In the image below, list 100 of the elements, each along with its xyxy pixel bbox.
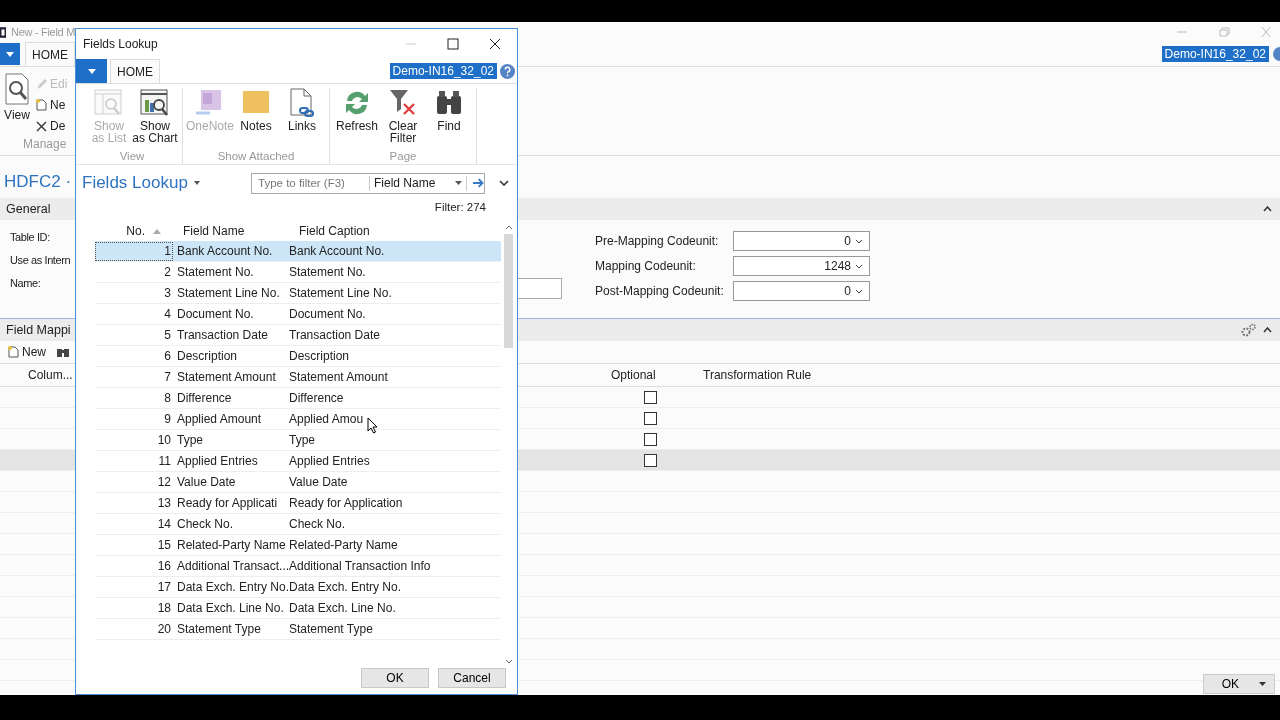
ribbon-button[interactable]: Refresh — [334, 88, 380, 132]
view-button[interactable]: View — [0, 73, 34, 137]
ribbon-button[interactable]: Links — [279, 88, 325, 132]
name-input-field[interactable] — [518, 278, 562, 299]
table-row[interactable]: 16 Additional Transact...Additional Transaction Info — [95, 556, 501, 577]
checkbox[interactable] — [644, 390, 657, 404]
checkbox[interactable] — [644, 453, 657, 467]
table-cell-text: Applied Entries — [176, 454, 259, 468]
field-label: Table ID: — [9, 230, 50, 244]
pencil-icon — [36, 78, 47, 90]
table-row[interactable]: 8 Difference Difference — [95, 388, 501, 409]
scroll-up-icon[interactable] — [504, 225, 513, 230]
filter-bar[interactable]: Type to filter (F3) Field Name — [251, 172, 485, 194]
gears-icon[interactable] — [1241, 323, 1257, 337]
table-row[interactable]: 12 Value Date Value Date — [95, 472, 501, 493]
table-cell-text: Difference — [288, 391, 344, 405]
arrow-right-icon[interactable] — [472, 178, 484, 188]
table-cell-text: 4 — [163, 307, 172, 321]
app-menu-button[interactable] — [76, 59, 107, 83]
table-cell-text: Statement Type — [288, 622, 373, 636]
ok-button[interactable]: OK — [1202, 674, 1275, 694]
table-row[interactable]: 20 Statement Type Statement Type — [95, 619, 501, 640]
table-cell-text: Data Exch. Line No. — [176, 601, 285, 615]
chevron-down-icon — [855, 238, 863, 244]
table-cell-text: 9 — [163, 412, 172, 426]
app-menu-button[interactable] — [0, 43, 20, 65]
sort-ascending-icon[interactable] — [153, 228, 161, 234]
table-row[interactable]: 14 Check No. Check No. — [95, 514, 501, 535]
table-cell-text: 11 — [157, 454, 172, 468]
table-row[interactable]: 15 Related-Party Name Related-Party Name — [95, 535, 501, 556]
collapse-icon[interactable] — [1263, 327, 1272, 333]
home-tab[interactable]: HOME — [25, 42, 75, 66]
table-row[interactable]: 3 Statement Line No. Statement Line No. — [95, 283, 501, 304]
group-label: View — [119, 150, 145, 162]
table-row[interactable]: 10 Type Type — [95, 430, 501, 451]
maximize-icon[interactable] — [447, 38, 459, 50]
filter-field-dropdown[interactable]: Field Name — [369, 175, 467, 191]
table-row[interactable]: 2 Statement No. Statement No. — [95, 262, 501, 283]
table-cell-text: Statement Amount — [288, 370, 388, 384]
column-header[interactable]: Transformation Rule — [703, 368, 812, 382]
close-icon[interactable] — [489, 38, 501, 50]
help-icon[interactable] — [1272, 46, 1280, 62]
help-icon[interactable] — [500, 63, 515, 79]
column-header[interactable]: No. — [95, 224, 145, 238]
new-button[interactable]: New — [6, 343, 48, 361]
column-header[interactable]: Field Caption — [296, 224, 370, 238]
table-row[interactable]: 7 Statement Amount Statement Amount — [95, 367, 501, 388]
table-row[interactable]: 5 Transaction Date Transaction Date — [95, 325, 501, 346]
table-cell-text: 18 — [156, 601, 172, 615]
table-row[interactable]: 17 Data Exch. Entry No.Data Exch. Entry No. — [95, 577, 501, 598]
table-cell-text: Bank Account No. — [176, 244, 274, 258]
table-row[interactable]: 18 Data Exch. Line No. Data Exch. Line No. — [95, 598, 501, 619]
binoculars-icon[interactable] — [56, 346, 70, 358]
table-cell-text: Description — [176, 349, 239, 363]
table-row[interactable]: 11 Applied Entries Applied Entries — [95, 451, 501, 472]
home-tab[interactable]: HOME — [110, 59, 160, 83]
table-cell-text: 10 — [156, 433, 172, 447]
codeunit-dropdown[interactable]: 0 — [733, 231, 870, 251]
ribbon-button[interactable]: Show as Chart — [132, 88, 178, 144]
company-badge: Demo-IN16_32_02 — [389, 63, 497, 79]
table-row[interactable]: 4 Document No. Document No. — [95, 304, 501, 325]
caret-icon — [87, 68, 96, 74]
table-cell-text: 16 — [156, 559, 172, 573]
group-label: Show Attached — [217, 150, 295, 162]
codeunit-dropdown[interactable]: 1248 — [733, 256, 870, 276]
column-header[interactable]: Colum... — [0, 368, 73, 382]
ribbon-button[interactable]: De — [34, 117, 70, 135]
checkbox[interactable] — [644, 411, 657, 425]
ribbon-button[interactable]: Notes — [233, 88, 279, 132]
ribbon-button[interactable]: Clear Filter — [380, 88, 426, 144]
table-row[interactable]: 6 Description Description — [95, 346, 501, 367]
table-cell-text: 17 — [156, 580, 172, 594]
table-cell-text: Statement No. — [176, 265, 255, 279]
table-row[interactable]: 13 Ready for Applicati Ready for Application — [95, 493, 501, 514]
chevron-down-icon[interactable] — [499, 180, 509, 186]
table-cell-text: Value Date — [176, 475, 237, 489]
link-document-icon — [287, 88, 317, 118]
table-cell-text: 15 — [156, 538, 172, 552]
table-cell-text: Statement Amount — [176, 370, 277, 384]
ribbon-button[interactable]: Find — [426, 88, 472, 132]
collapse-icon[interactable] — [1263, 206, 1272, 212]
field-label: Pre-Mapping Codeunit: — [595, 234, 720, 248]
table-cell-text: 20 — [156, 622, 172, 636]
codeunit-dropdown[interactable]: 0 — [733, 281, 870, 301]
chevron-down-icon — [855, 263, 863, 269]
scroll-down-icon[interactable] — [504, 659, 513, 664]
page-title: HDFC2 · — [3, 172, 72, 192]
cancel-button[interactable]: Cancel — [438, 668, 506, 688]
table-row[interactable]: 1 Bank Account No. Bank Account No. — [95, 241, 501, 262]
table-cell-text: Data Exch. Entry No. — [176, 580, 286, 594]
checkbox[interactable] — [644, 432, 657, 446]
page-title: Fields Lookup — [81, 173, 188, 193]
ok-button[interactable]: OK — [361, 668, 429, 688]
ribbon-button[interactable]: Ne — [34, 96, 70, 114]
new-document-icon — [36, 99, 47, 111]
field-label: Use as Intern — [9, 253, 71, 267]
scrollbar-thumb[interactable] — [504, 234, 513, 348]
caret-icon[interactable] — [193, 181, 200, 185]
column-header[interactable]: Optional — [611, 368, 703, 382]
column-header[interactable]: Field Name — [183, 224, 296, 238]
